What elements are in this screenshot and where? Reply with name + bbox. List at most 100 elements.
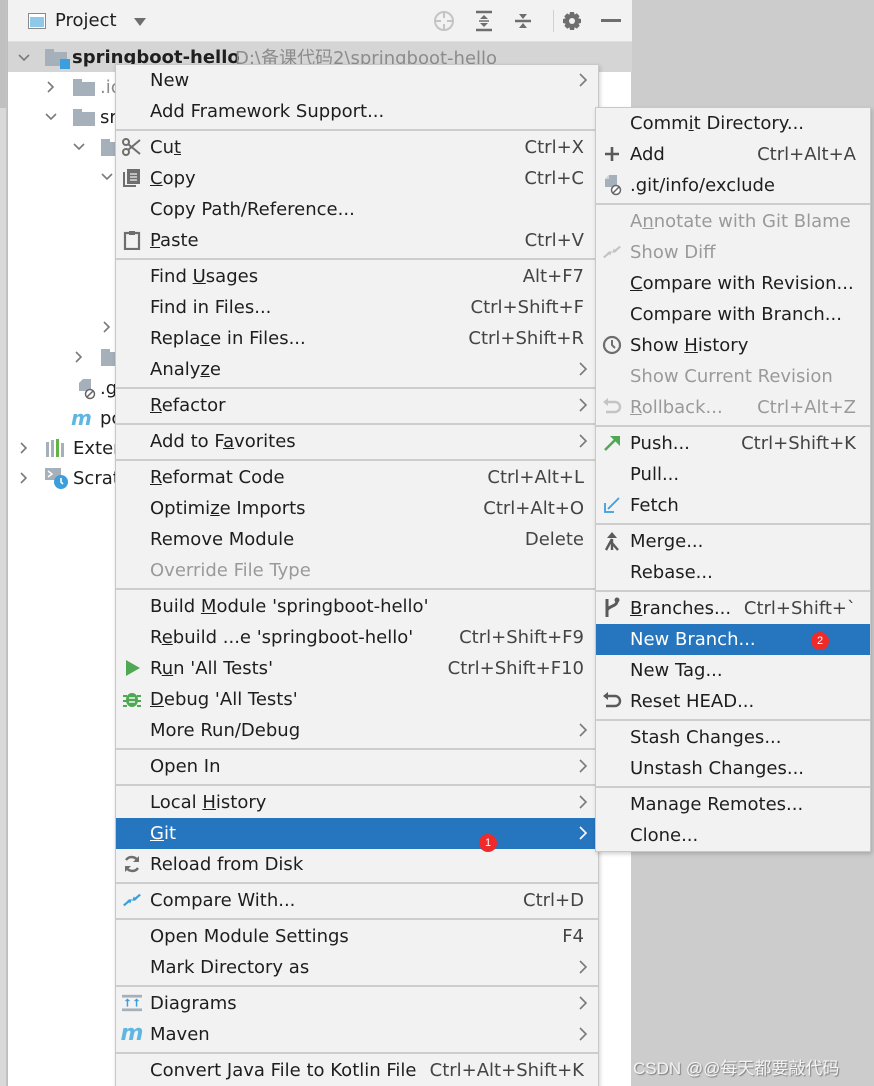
menu-item-optimize-imports[interactable]: Optimize Imports Ctrl+Alt+O (116, 493, 598, 524)
menu-item-label: Maven (150, 1024, 210, 1045)
menu-item-new-tag[interactable]: New Tag... (596, 655, 870, 686)
expand-all-icon[interactable] (473, 10, 495, 32)
rollback-icon (602, 397, 622, 417)
menu-item-clone[interactable]: Clone... (596, 820, 870, 851)
menu-item-shortcut: Ctrl+Shift+K (741, 433, 856, 454)
menu-item-rebuild-e-springboot-hello[interactable]: Rebuild ...e 'springboot-hello' Ctrl+Shif… (116, 622, 598, 653)
menu-item-label: Rebase... (630, 562, 713, 583)
menu-item-label: Manage Remotes... (630, 794, 804, 815)
menu-item-shortcut: Ctrl+Shift+R (468, 328, 584, 349)
menu-item-paste[interactable]: Paste Ctrl+V (116, 225, 598, 256)
menu-item-convert-java-file-to-kotlin-file[interactable]: Convert Java File to Kotlin File Ctrl+Alt… (116, 1055, 598, 1086)
menu-item-shortcut: Ctrl+C (524, 168, 584, 189)
menu-item-label: Show History (630, 335, 749, 356)
menu-item-manage-remotes[interactable]: Manage Remotes... (596, 789, 870, 820)
menu-item-stash-changes[interactable]: Stash Changes... (596, 722, 870, 753)
menu-item-new[interactable]: New (116, 65, 598, 96)
menu-item-refactor[interactable]: Refactor (116, 390, 598, 421)
menu-item-find-in-files[interactable]: Find in Files... Ctrl+Shift+F (116, 292, 598, 323)
menu-item-fetch[interactable]: Fetch (596, 490, 870, 521)
menu-item-label: Branches... (630, 598, 732, 619)
menu-item-reset-head[interactable]: Reset HEAD... (596, 686, 870, 717)
menu-item-commit-directory[interactable]: Commit Directory... (596, 108, 870, 139)
menu-item-show-diff: Show Diff (596, 237, 870, 268)
libraries-icon (46, 439, 64, 457)
collapse-all-icon[interactable] (512, 10, 534, 32)
clipboard-icon (122, 230, 142, 250)
menu-item-merge[interactable]: Merge... (596, 526, 870, 557)
menu-item-label: Open In (150, 756, 221, 777)
chevron-right-icon[interactable] (101, 321, 113, 333)
menu-item-more-run-debug[interactable]: More Run/Debug (116, 715, 598, 746)
submenu-arrow-icon (579, 723, 588, 737)
menu-item-mark-directory-as[interactable]: Mark Directory as (116, 952, 598, 983)
menu-item-add-framework-support[interactable]: Add Framework Support... (116, 96, 598, 127)
menu-item-label: Rebuild ...e 'springboot-hello' (150, 627, 414, 648)
menu-item-reformat-code[interactable]: Reformat Code Ctrl+Alt+L (116, 462, 598, 493)
menu-item-shortcut: Ctrl+Shift+F (470, 297, 584, 318)
chevron-right-icon[interactable] (18, 442, 30, 454)
chevron-right-icon[interactable] (73, 351, 85, 363)
menu-item-add-to-favorites[interactable]: Add to Favorites (116, 426, 598, 457)
menu-item-label: Mark Directory as (150, 957, 310, 978)
chevron-right-icon[interactable] (45, 81, 57, 93)
menu-item-label: Commit Directory... (630, 113, 805, 134)
clock-icon (602, 335, 622, 355)
chevron-down-icon[interactable] (18, 52, 30, 64)
gear-icon[interactable] (561, 10, 583, 32)
menu-item-unstash-changes[interactable]: Unstash Changes... (596, 753, 870, 784)
locate-icon[interactable] (433, 10, 455, 32)
menu-item-open-in[interactable]: Open In (116, 751, 598, 782)
menu-item-replace-in-files[interactable]: Replace in Files... Ctrl+Shift+R (116, 323, 598, 354)
menu-item-branches[interactable]: Branches... Ctrl+Shift+` (596, 593, 870, 624)
toolbar-separator (553, 10, 554, 32)
menu-item-show-history[interactable]: Show History (596, 330, 870, 361)
module-folder-icon (45, 49, 70, 69)
menu-item-compare-with-branch[interactable]: Compare with Branch... (596, 299, 870, 330)
menu-item-copy[interactable]: Copy Ctrl+C (116, 163, 598, 194)
chevron-down-icon[interactable] (101, 171, 113, 183)
menu-item-analyze[interactable]: Analyze (116, 354, 598, 385)
menu-item-pull[interactable]: Pull... (596, 459, 870, 490)
tool-strip-scroll-thumb[interactable] (0, 0, 6, 108)
menu-item-build-module-springboot-hello[interactable]: Build Module 'springboot-hello' (116, 591, 598, 622)
submenu-arrow-icon (579, 398, 588, 412)
menu-item-run-all-tests[interactable]: Run 'All Tests' Ctrl+Shift+F10 (116, 653, 598, 684)
menu-item-label: .git/info/exclude (630, 175, 775, 196)
menu-item-compare-with[interactable]: Compare With... Ctrl+D (116, 885, 598, 916)
menu-item-copy-path-reference[interactable]: Copy Path/Reference... (116, 194, 598, 225)
menu-item-shortcut: Delete (524, 529, 584, 550)
menu-item-shortcut: Ctrl+Alt+Z (757, 397, 856, 418)
chevron-down-icon[interactable] (45, 111, 57, 123)
menu-item-local-history[interactable]: Local History (116, 787, 598, 818)
menu-item-compare-with-revision[interactable]: Compare with Revision... (596, 268, 870, 299)
git-submenu: Commit Directory... Add Ctrl+Alt+A .git/inf… (595, 107, 871, 852)
menu-item-label: Reset HEAD... (630, 691, 755, 712)
menu-item-push[interactable]: Push... Ctrl+Shift+K (596, 428, 870, 459)
menu-item-maven[interactable]: m Maven (116, 1019, 598, 1050)
menu-item-open-module-settings[interactable]: Open Module Settings F4 (116, 921, 598, 952)
menu-item-diagrams[interactable]: Diagrams (116, 988, 598, 1019)
chevron-right-icon[interactable] (18, 472, 30, 484)
menu-item-git-info-exclude[interactable]: .git/info/exclude (596, 170, 870, 201)
menu-item-label: Find Usages (150, 266, 259, 287)
menu-item-remove-module[interactable]: Remove Module Delete (116, 524, 598, 555)
minimize-icon[interactable] (600, 10, 622, 32)
menu-item-reload-from-disk[interactable]: Reload from Disk (116, 849, 598, 880)
menu-item-new-branch[interactable]: New Branch... 2 (596, 624, 870, 655)
project-panel-title[interactable]: Project (55, 10, 117, 31)
merge-icon (602, 531, 622, 551)
menu-item-git[interactable]: Git 1 (116, 818, 598, 852)
chevron-down-icon[interactable] (73, 141, 85, 153)
menu-item-label: Replace in Files... (150, 328, 306, 349)
menu-item-debug-all-tests[interactable]: Debug 'All Tests' (116, 684, 598, 715)
submenu-arrow-icon (579, 362, 588, 376)
menu-item-override-file-type: Override File Type (116, 555, 598, 586)
view-dropdown-icon[interactable] (134, 18, 146, 26)
menu-item-find-usages[interactable]: Find Usages Alt+F7 (116, 261, 598, 292)
menu-item-cut[interactable]: Cut Ctrl+X (116, 132, 598, 163)
menu-item-label: Add to Favorites (150, 431, 296, 452)
menu-item-shortcut: Ctrl+Shift+F10 (447, 658, 584, 679)
menu-item-add[interactable]: Add Ctrl+Alt+A (596, 139, 870, 170)
menu-item-rebase[interactable]: Rebase... (596, 557, 870, 588)
